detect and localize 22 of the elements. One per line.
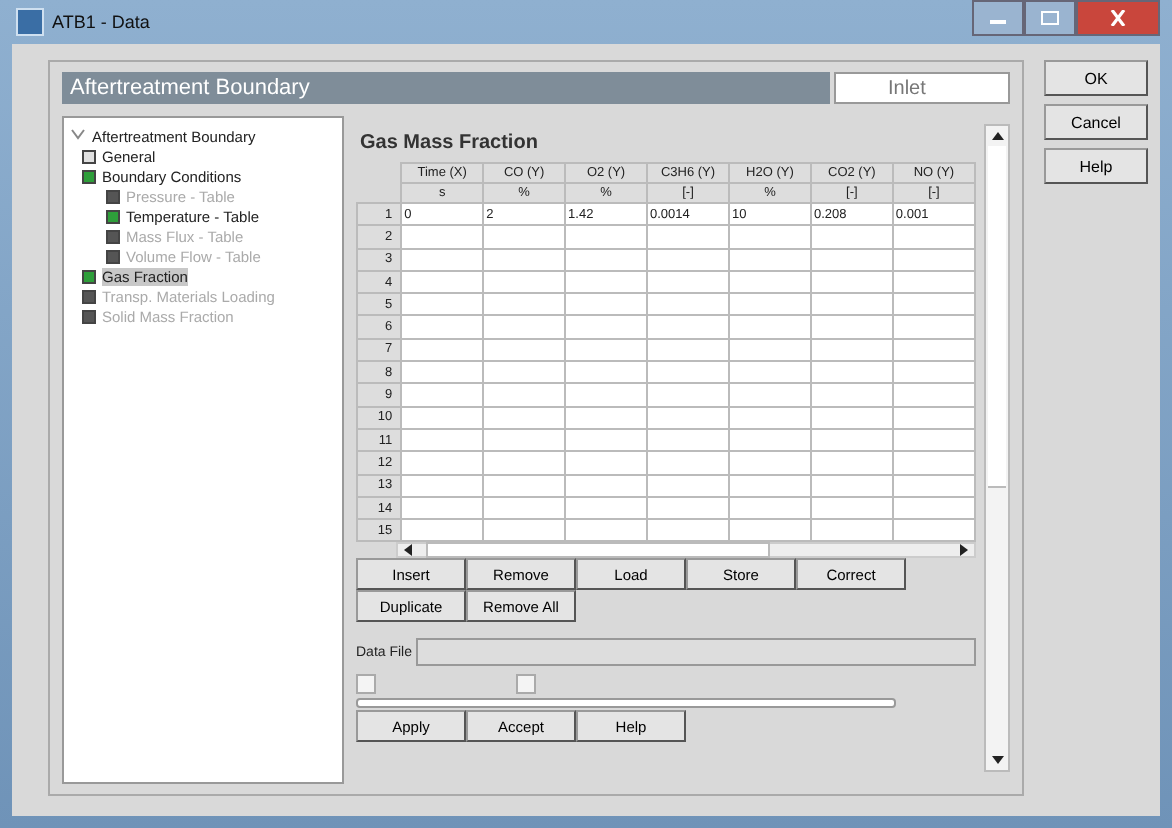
close-icon xyxy=(1108,10,1128,26)
data-file-field[interactable] xyxy=(416,638,976,667)
checkbox[interactable] xyxy=(516,674,536,695)
maximize-icon xyxy=(1040,10,1060,26)
dialog-button[interactable]: OK xyxy=(1044,60,1148,96)
header-title: Aftertreatment Boundary xyxy=(62,72,830,104)
dialog-button[interactable]: Cancel xyxy=(1044,104,1148,140)
window-title: ATB1 - Data xyxy=(52,12,152,32)
scroll-down-icon[interactable] xyxy=(991,754,1003,766)
scroll-right-icon[interactable] xyxy=(958,544,970,557)
checkbox[interactable] xyxy=(356,674,376,695)
app-icon xyxy=(16,8,44,36)
dialog-button[interactable]: Help xyxy=(1044,148,1148,184)
scroll-left-icon[interactable] xyxy=(402,544,414,557)
minimize-button[interactable] xyxy=(972,0,1024,36)
close-button[interactable] xyxy=(1076,0,1160,36)
boundary-name-field[interactable]: Inlet xyxy=(834,72,1010,104)
scroll-up-icon[interactable] xyxy=(991,130,1003,142)
vertical-scrollbar[interactable] xyxy=(984,124,1010,772)
section-title: Gas Mass Fraction xyxy=(360,132,540,154)
horizontal-scrollbar[interactable] xyxy=(396,542,976,559)
maximize-button[interactable] xyxy=(1024,0,1076,36)
